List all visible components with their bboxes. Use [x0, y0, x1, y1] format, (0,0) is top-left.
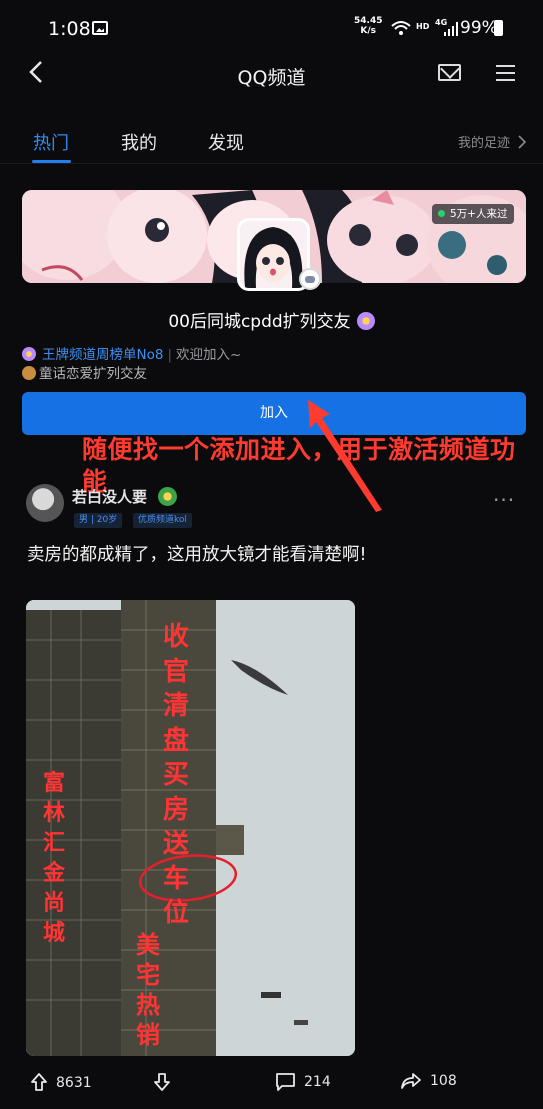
hd-indicator: HD: [416, 22, 430, 31]
divider: |: [167, 347, 173, 363]
share-count: 108: [430, 1073, 457, 1089]
channel-level-icon: [356, 312, 375, 330]
sign-right: 收 官 清 盘 买 房 送 车 位: [162, 622, 189, 928]
post-image[interactable]: 富 林 汇 金 尚 城 收 官 清 盘 买 房 送 车 位 美 宅 热 销: [26, 600, 355, 1056]
mail-icon[interactable]: [438, 64, 461, 81]
channel-rank[interactable]: 王牌频道周榜单No8: [42, 347, 163, 363]
footprint-label: 我的足迹: [458, 136, 511, 151]
kol-badge-icon: [158, 487, 177, 506]
status-bar: 1:08 54.45 K/s HD 4G 99%: [0, 0, 543, 58]
more-options-button[interactable]: ···: [493, 488, 515, 512]
network-speed-value: 54.45: [354, 16, 383, 26]
chevron-right-icon: [518, 135, 527, 149]
comment-icon: [276, 1073, 295, 1091]
footprint-link[interactable]: 我的足迹: [458, 132, 527, 151]
avatar-artwork: [240, 221, 307, 288]
sign-bottom: 美 宅 热 销: [136, 930, 160, 1049]
share-button[interactable]: 108: [400, 1072, 457, 1090]
channel-description-row: 童话恋爱扩列交友: [22, 362, 147, 382]
channel-welcome: 欢迎加入~: [176, 347, 242, 363]
sign-left: 富 林 汇 金 尚 城: [42, 770, 65, 946]
network-speed-unit: K/s: [360, 26, 377, 36]
visitor-count-badge: 5万+人来过: [432, 204, 514, 224]
comment-button[interactable]: 214: [275, 1072, 331, 1091]
post-author-gender-age: 男 | 20岁: [74, 513, 123, 528]
arrow-down-icon: [154, 1073, 170, 1091]
comment-count: 214: [304, 1074, 331, 1090]
post-author-name[interactable]: 若白没人要: [72, 486, 147, 507]
gallery-icon: [92, 21, 108, 35]
battery-icon: [494, 20, 503, 36]
wifi-icon: [391, 20, 411, 40]
channel-description: 童话恋爱扩列交友: [39, 366, 147, 382]
bear-icon: [22, 366, 36, 380]
join-button[interactable]: 加入: [22, 392, 526, 435]
post-author-kol-tag: 优质频道kol: [133, 513, 192, 528]
battery-percent: 99%: [460, 18, 498, 38]
upvote-count: 8631: [56, 1075, 92, 1091]
tab-discover[interactable]: 发现: [208, 129, 244, 155]
channel-name: 00后同城cpdd扩列交友: [168, 312, 351, 332]
share-icon: [401, 1073, 421, 1089]
tab-bar: 热门 我的 发现 我的足迹: [0, 118, 543, 164]
page-title: QQ频道: [237, 67, 306, 89]
post-author-avatar[interactable]: [26, 484, 64, 522]
signal-icon: [444, 22, 458, 36]
upvote-button[interactable]: 8631: [30, 1072, 92, 1092]
channel-name-row: 00后同城cpdd扩列交友: [0, 307, 543, 332]
post-action-bar: 8631 214 108: [0, 1064, 543, 1104]
tab-mine[interactable]: 我的: [121, 129, 157, 155]
game-controller-icon: [299, 268, 321, 290]
status-time: 1:08: [48, 18, 91, 40]
downvote-button[interactable]: [153, 1072, 179, 1092]
tab-active-indicator: [32, 160, 71, 163]
arrow-up-icon: [31, 1073, 47, 1091]
nav-bar: QQ频道: [0, 58, 543, 108]
channel-rank-row: 王牌频道周榜单No8 | 欢迎加入~: [22, 343, 241, 363]
menu-icon[interactable]: [496, 65, 515, 81]
annotation-text: 随便找一个添加进入，用于激活频道功能: [82, 435, 516, 496]
rank-flower-icon: [22, 347, 36, 361]
tab-hot[interactable]: 热门: [33, 129, 69, 155]
network-speed: 54.45 K/s: [354, 16, 382, 36]
post-text: 卖房的都成精了，这用放大镜才能看清楚啊!: [27, 545, 367, 565]
